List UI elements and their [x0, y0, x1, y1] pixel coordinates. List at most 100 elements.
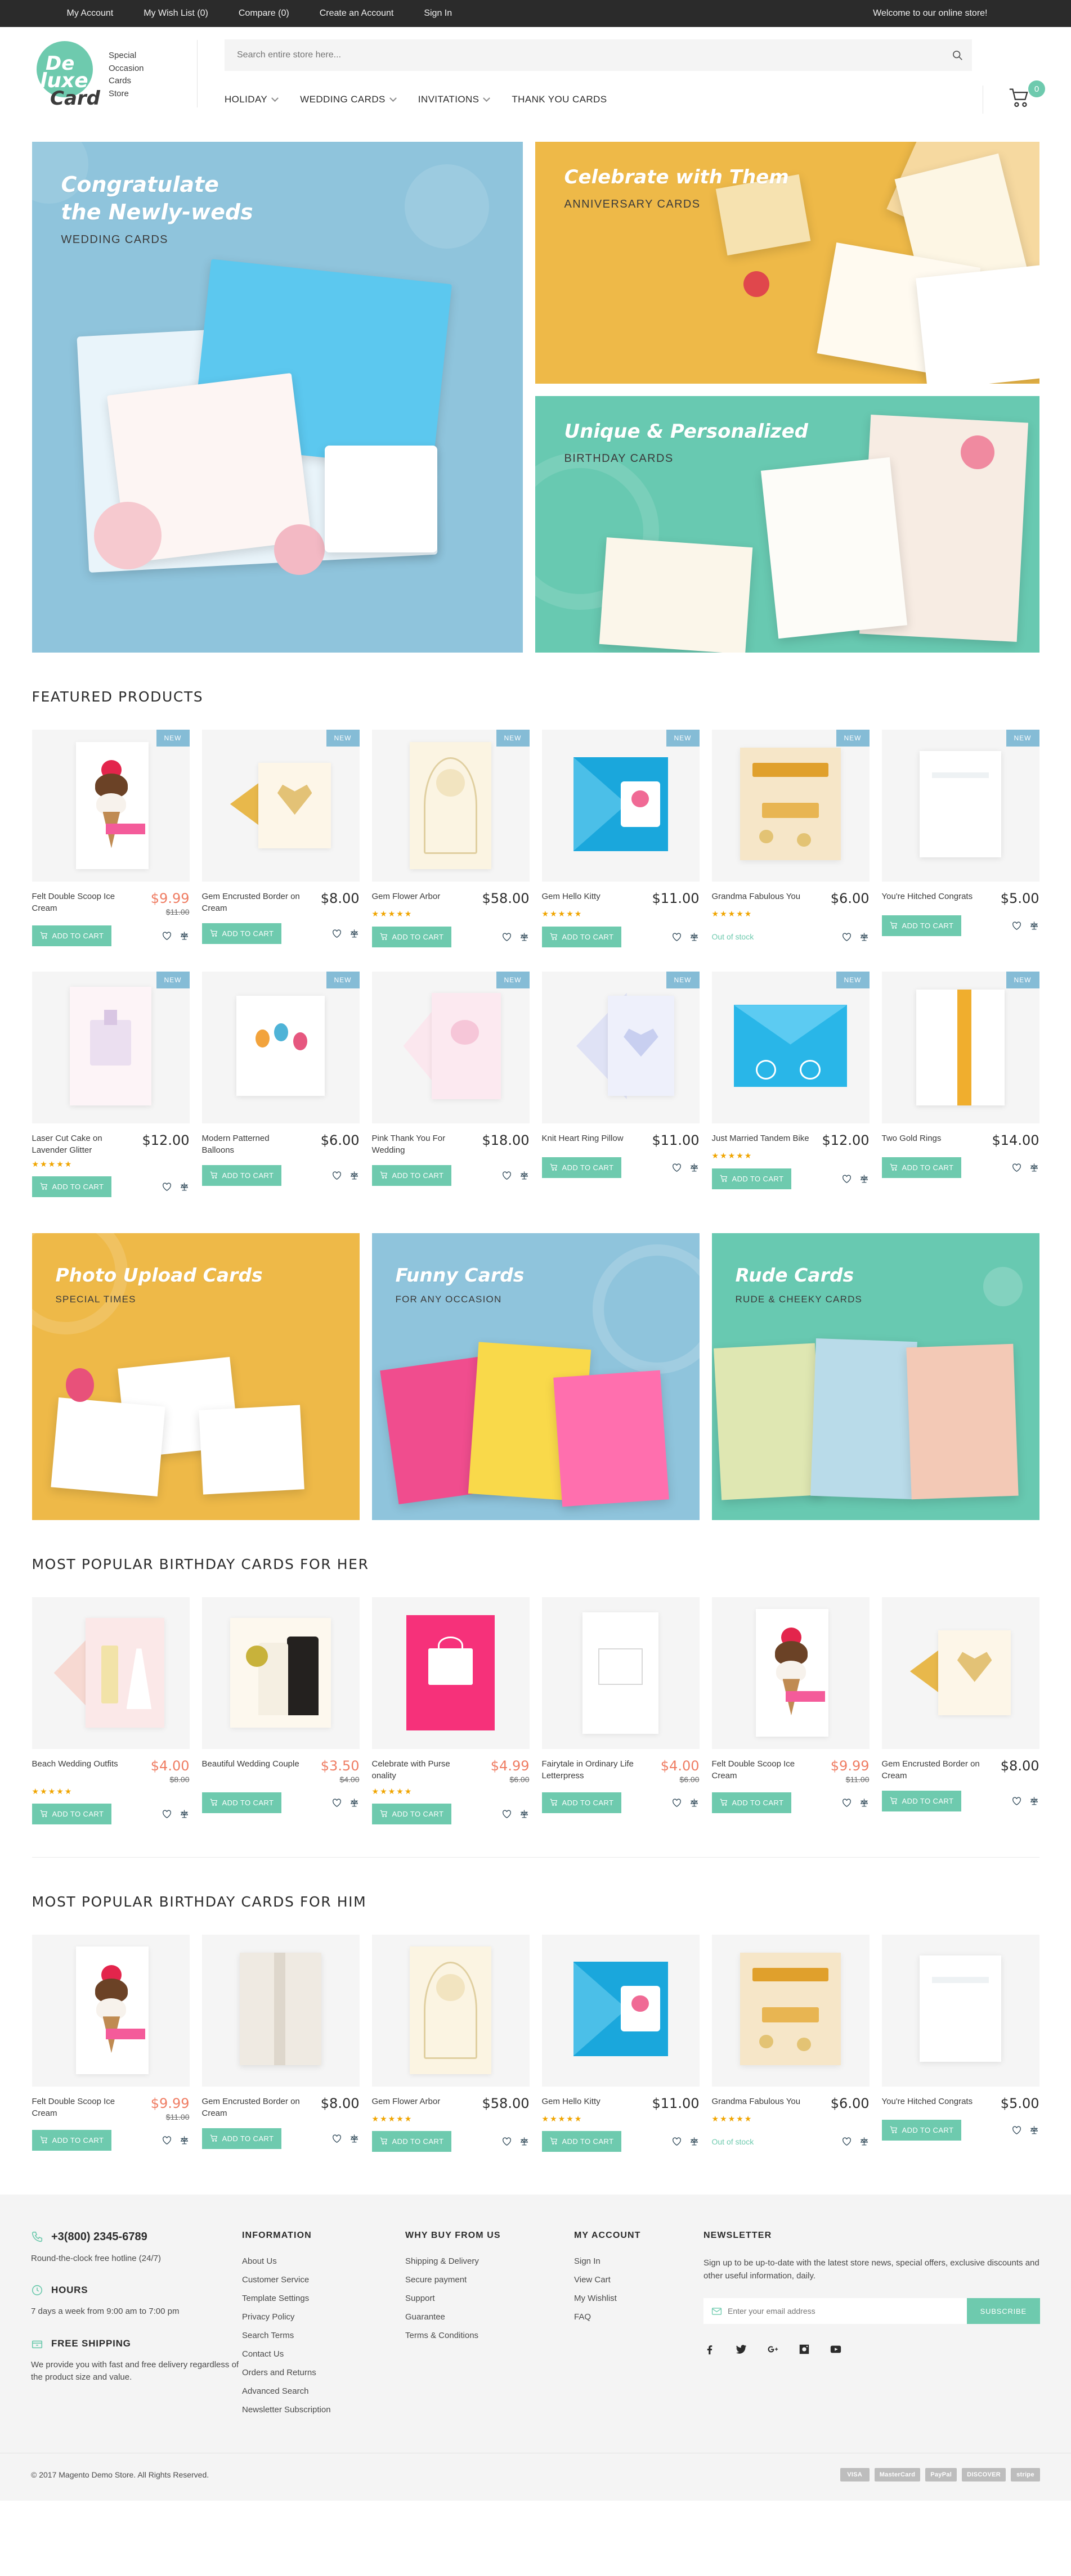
product-name[interactable]: Modern Patterned Balloons	[202, 1132, 303, 1157]
product-card[interactable]: Felt Double Scoop Ice Cream $9.99 $11.00 AD…	[711, 1597, 870, 1826]
add-to-compare-button[interactable]	[519, 1170, 530, 1181]
banner-birthday-cards[interactable]: Unique & Personalized BIRTHDAY CARDS	[535, 396, 1039, 653]
product-image[interactable]	[201, 1597, 360, 1749]
top-link-sign-in[interactable]: Sign In	[424, 8, 452, 19]
product-name[interactable]: Beach Wedding Outfits	[32, 1758, 118, 1784]
instagram-icon[interactable]	[798, 2343, 810, 2355]
add-to-wishlist-button[interactable]	[331, 2133, 342, 2144]
product-name[interactable]: Gem Flower Arbor	[372, 891, 441, 906]
add-to-wishlist-button[interactable]	[841, 1797, 852, 1808]
product-image[interactable]: NEW	[541, 730, 700, 882]
product-image[interactable]	[371, 1934, 530, 2087]
search-box[interactable]	[225, 39, 972, 71]
add-to-compare-button[interactable]	[519, 2136, 530, 2147]
add-to-compare-button[interactable]	[859, 932, 870, 942]
add-to-compare-button[interactable]	[349, 928, 360, 939]
footer-link[interactable]: Sign In	[574, 2256, 601, 2266]
add-to-cart-button[interactable]: ADD TO CART	[711, 1792, 792, 1814]
product-image[interactable]	[711, 1934, 870, 2087]
product-card[interactable]: NEW You're Hitched Congrats $5.00 ADD TO CA…	[881, 730, 1039, 948]
promo-rude-cards[interactable]: Rude Cards RUDE & CHEEKY CARDS	[711, 1233, 1039, 1520]
nav-item-holiday[interactable]: HOLIDAY	[225, 94, 279, 105]
add-to-cart-button[interactable]: ADD TO CART	[541, 1157, 622, 1178]
add-to-wishlist-button[interactable]	[501, 1170, 512, 1181]
product-image[interactable]: NEW	[201, 972, 360, 1123]
add-to-compare-button[interactable]	[179, 2135, 190, 2146]
product-name[interactable]: Gem Hello Kitty	[542, 891, 601, 906]
product-image[interactable]	[881, 1934, 1039, 2087]
nav-item-invitations[interactable]: INVITATIONS	[418, 94, 491, 105]
add-to-cart-button[interactable]: ADD TO CART	[881, 2120, 962, 2141]
add-to-wishlist-button[interactable]	[331, 1170, 342, 1181]
product-card[interactable]: Felt Double Scoop Ice Cream $9.99 $11.00 AD…	[32, 1934, 190, 2153]
product-card[interactable]: NEW Gem Hello Kitty $11.00 ★★★★★ ADD TO CART	[541, 730, 700, 948]
add-to-wishlist-button[interactable]	[671, 1162, 682, 1173]
add-to-compare-button[interactable]	[349, 1797, 360, 1808]
add-to-cart-button[interactable]: ADD TO CART	[32, 925, 112, 946]
product-image[interactable]: NEW	[881, 972, 1039, 1123]
add-to-wishlist-button[interactable]	[501, 2136, 512, 2147]
top-link-my-account[interactable]: My Account	[67, 8, 114, 19]
banner-anniversary-cards[interactable]: Celebrate with Them ANNIVERSARY CARDS	[535, 142, 1039, 384]
footer-link[interactable]: Contact Us	[242, 2349, 284, 2359]
product-name[interactable]: Gem Flower Arbor	[372, 2096, 441, 2111]
add-to-wishlist-button[interactable]	[671, 932, 682, 942]
product-card[interactable]: NEW Just Married Tandem Bike $12.00 ★★★★★ AD…	[711, 972, 870, 1198]
add-to-cart-button[interactable]: ADD TO CART	[371, 1165, 452, 1186]
add-to-cart-button[interactable]: ADD TO CART	[371, 1804, 452, 1825]
top-link-create-account[interactable]: Create an Account	[320, 8, 394, 19]
add-to-wishlist-button[interactable]	[841, 932, 852, 942]
banner-wedding-cards[interactable]: Congratulate the Newly-weds WEDDING CARDS	[32, 142, 523, 653]
product-card[interactable]: Beautiful Wedding Couple $3.50 $4.00 ADD TO…	[201, 1597, 360, 1826]
top-link-compare[interactable]: Compare (0)	[239, 8, 289, 19]
add-to-compare-button[interactable]	[519, 932, 530, 942]
product-name[interactable]: You're Hitched Congrats	[882, 2096, 973, 2111]
product-name[interactable]: Felt Double Scoop Ice Cream	[32, 891, 133, 916]
promo-photo-upload-cards[interactable]: Photo Upload Cards SPECIAL TIMES	[32, 1233, 360, 1520]
footer-link[interactable]: Template Settings	[242, 2294, 309, 2303]
product-card[interactable]: NEW Knit Heart Ring Pillow $11.00 ADD TO CA…	[541, 972, 700, 1198]
product-image[interactable]: NEW	[201, 730, 360, 882]
product-card[interactable]: Gem Hello Kitty $11.00 ★★★★★ ADD TO CART	[541, 1934, 700, 2153]
footer-phone[interactable]: +3(800) 2345-6789	[31, 2231, 242, 2244]
footer-link[interactable]: Shipping & Delivery	[405, 2256, 479, 2266]
add-to-compare-button[interactable]	[1029, 1162, 1039, 1173]
product-card[interactable]: NEW Two Gold Rings $14.00 ADD TO CART	[881, 972, 1039, 1198]
add-to-wishlist-button[interactable]	[501, 932, 512, 942]
add-to-cart-button[interactable]: ADD TO CART	[371, 2131, 452, 2152]
search-input[interactable]	[225, 39, 943, 71]
add-to-compare-button[interactable]	[859, 1797, 870, 1808]
product-image[interactable]: NEW	[371, 730, 530, 882]
add-to-wishlist-button[interactable]	[1011, 1162, 1022, 1173]
product-name[interactable]: Felt Double Scoop Ice Cream	[712, 1758, 813, 1784]
add-to-cart-button[interactable]: ADD TO CART	[32, 2130, 112, 2151]
product-card[interactable]: Gem Encrusted Border on Cream $8.00 ADD TO…	[201, 1934, 360, 2153]
product-name[interactable]: Laser Cut Cake on Lavender Glitter	[32, 1132, 133, 1157]
add-to-wishlist-button[interactable]	[162, 1809, 172, 1819]
add-to-cart-button[interactable]: ADD TO CART	[541, 2131, 622, 2152]
add-to-cart-button[interactable]: ADD TO CART	[881, 1790, 962, 1811]
product-card[interactable]: Gem Flower Arbor $58.00 ★★★★★ ADD TO CART	[371, 1934, 530, 2153]
add-to-wishlist-button[interactable]	[331, 1797, 342, 1808]
search-button[interactable]	[943, 39, 972, 71]
add-to-wishlist-button[interactable]	[841, 1174, 852, 1184]
product-name[interactable]: Gem Encrusted Border on Cream	[202, 891, 303, 915]
footer-link[interactable]: Customer Service	[242, 2275, 309, 2285]
nav-item-wedding-cards[interactable]: WEDDING CARDS	[300, 94, 397, 105]
product-card[interactable]: NEW Pink Thank You For Wedding $18.00 ADD T…	[371, 972, 530, 1198]
footer-link[interactable]: About Us	[242, 2256, 277, 2266]
product-name[interactable]: Beautiful Wedding Couple	[202, 1758, 299, 1784]
nav-item-thank-you-cards[interactable]: THANK YOU CARDS	[512, 94, 607, 105]
cart-button[interactable]: 0	[1008, 80, 1045, 112]
footer-link[interactable]: Guarantee	[405, 2312, 445, 2322]
product-name[interactable]: Knit Heart Ring Pillow	[542, 1132, 624, 1148]
product-image[interactable]: NEW	[541, 972, 700, 1123]
footer-link[interactable]: Orders and Returns	[242, 2368, 316, 2377]
add-to-wishlist-button[interactable]	[162, 930, 172, 941]
product-image[interactable]: NEW	[32, 972, 190, 1123]
newsletter-email-input[interactable]	[728, 2307, 959, 2316]
add-to-cart-button[interactable]: ADD TO CART	[881, 1157, 962, 1178]
add-to-cart-button[interactable]: ADD TO CART	[541, 1792, 622, 1814]
logo-icon[interactable]: De luxe Card	[31, 40, 100, 110]
promo-funny-cards[interactable]: Funny Cards FOR ANY OCCASION	[371, 1233, 700, 1520]
